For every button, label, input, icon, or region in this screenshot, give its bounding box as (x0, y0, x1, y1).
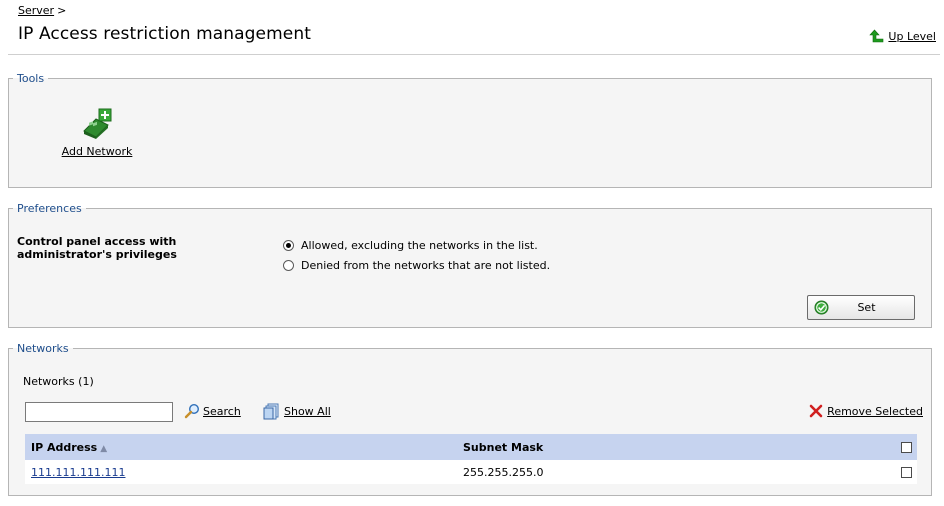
row-checkbox[interactable] (900, 467, 912, 478)
networks-count: Networks (1) (23, 375, 94, 388)
cell-select (895, 460, 917, 484)
tools-panel: Tools Add Network (8, 72, 932, 188)
page-title: IP Access restriction management (18, 24, 311, 44)
search-icon (184, 403, 200, 419)
sort-ascending-icon: ▲ (100, 443, 108, 454)
radio-allowed-label: Allowed, excluding the networks in the l… (301, 238, 538, 252)
set-button[interactable]: Set (807, 295, 915, 320)
add-network-label[interactable]: Add Network (62, 145, 133, 158)
access-radio-group: Allowed, excluding the networks in the l… (283, 235, 550, 275)
radio-denied[interactable] (283, 259, 294, 271)
networks-legend: Networks (17, 342, 69, 355)
preferences-panel: Preferences Control panel access with ad… (8, 202, 932, 328)
cell-subnet-mask: 255.255.255.0 (457, 460, 895, 484)
tool-add-network[interactable]: Add Network (53, 107, 141, 158)
column-header-mask[interactable]: Subnet Mask (457, 434, 895, 460)
remove-x-icon (809, 404, 823, 418)
tools-legend: Tools (17, 72, 45, 85)
show-all-label[interactable]: Show All (284, 405, 331, 418)
radio-allowed[interactable] (283, 239, 294, 251)
access-privileges-label: Control panel access with administrator'… (17, 235, 177, 261)
title-divider (8, 54, 940, 55)
check-circle-icon (814, 300, 829, 315)
search-input[interactable] (25, 402, 173, 422)
search-label[interactable]: Search (203, 405, 241, 418)
cell-ip: 111.111.111.111 (25, 460, 457, 484)
ip-address-link[interactable]: 111.111.111.111 (31, 466, 125, 479)
breadcrumb-separator: > (57, 4, 67, 17)
radio-option-denied[interactable]: Denied from the networks that are not li… (283, 255, 550, 275)
column-mask-label: Subnet Mask (463, 440, 544, 454)
add-network-icon (83, 108, 112, 139)
table-header-row: IP Address ▲ Subnet Mask (25, 434, 917, 460)
show-all-button[interactable]: Show All (263, 403, 331, 420)
radio-denied-label: Denied from the networks that are not li… (301, 258, 551, 272)
up-level-label[interactable]: Up Level (888, 30, 936, 43)
set-button-label: Set (857, 301, 876, 314)
networks-panel: Networks Networks (1) Search Show All Re… (8, 342, 932, 496)
column-header-ip[interactable]: IP Address ▲ (25, 434, 457, 460)
radio-option-allowed[interactable]: Allowed, excluding the networks in the l… (283, 235, 550, 255)
breadcrumb: Server > (18, 4, 66, 17)
networks-table: IP Address ▲ Subnet Mask 111.111.111.111 … (25, 434, 917, 484)
remove-selected-label[interactable]: Remove Selected (827, 405, 923, 418)
preferences-legend: Preferences (17, 202, 82, 215)
select-all-checkbox[interactable] (900, 442, 912, 453)
column-ip-label: IP Address (31, 440, 98, 454)
breadcrumb-link-server[interactable]: Server (18, 4, 54, 17)
up-arrow-icon (869, 29, 884, 43)
up-level-link[interactable]: Up Level (869, 29, 936, 43)
remove-selected-button[interactable]: Remove Selected (809, 404, 923, 418)
search-button[interactable]: Search (184, 403, 241, 419)
show-all-icon (263, 403, 279, 420)
table-row: 111.111.111.111 255.255.255.0 (25, 460, 917, 484)
column-header-select-all (895, 434, 917, 460)
